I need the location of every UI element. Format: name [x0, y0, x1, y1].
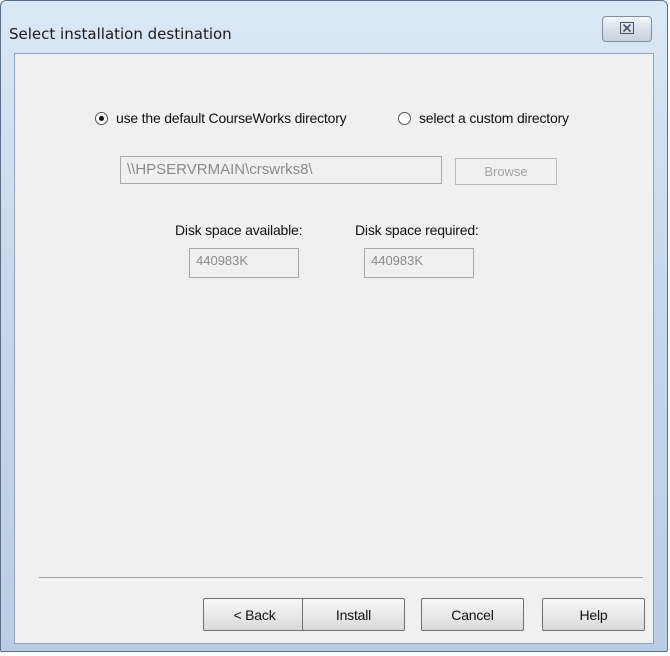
close-button[interactable]: [602, 16, 652, 42]
default-directory-radio[interactable]: [95, 111, 108, 125]
installer-dialog: Select installation destination use the …: [0, 0, 668, 652]
disk-available-field: 440983K: [189, 248, 299, 278]
disk-required-label: Disk space required:: [355, 222, 479, 238]
directory-path-field: \\HPSERVRMAIN\crswrks8\: [120, 156, 442, 184]
back-button[interactable]: < Back: [203, 598, 306, 631]
browse-button: Browse: [455, 158, 557, 185]
button-separator: [39, 577, 643, 581]
disk-required-field: 440983K: [364, 248, 474, 278]
install-button[interactable]: Install: [302, 598, 405, 631]
custom-directory-option[interactable]: select a custom directory: [398, 110, 569, 126]
disk-available-label: Disk space available:: [175, 222, 303, 238]
custom-directory-radio[interactable]: [398, 111, 411, 125]
cancel-button[interactable]: Cancel: [421, 598, 524, 631]
default-directory-label: use the default CourseWorks directory: [116, 110, 347, 126]
close-icon: [620, 21, 634, 37]
custom-directory-label: select a custom directory: [419, 110, 569, 126]
help-button[interactable]: Help: [542, 598, 645, 631]
default-directory-option[interactable]: use the default CourseWorks directory: [95, 110, 347, 126]
dialog-content: use the default CourseWorks directory se…: [14, 53, 654, 644]
window-title: Select installation destination: [9, 25, 232, 43]
